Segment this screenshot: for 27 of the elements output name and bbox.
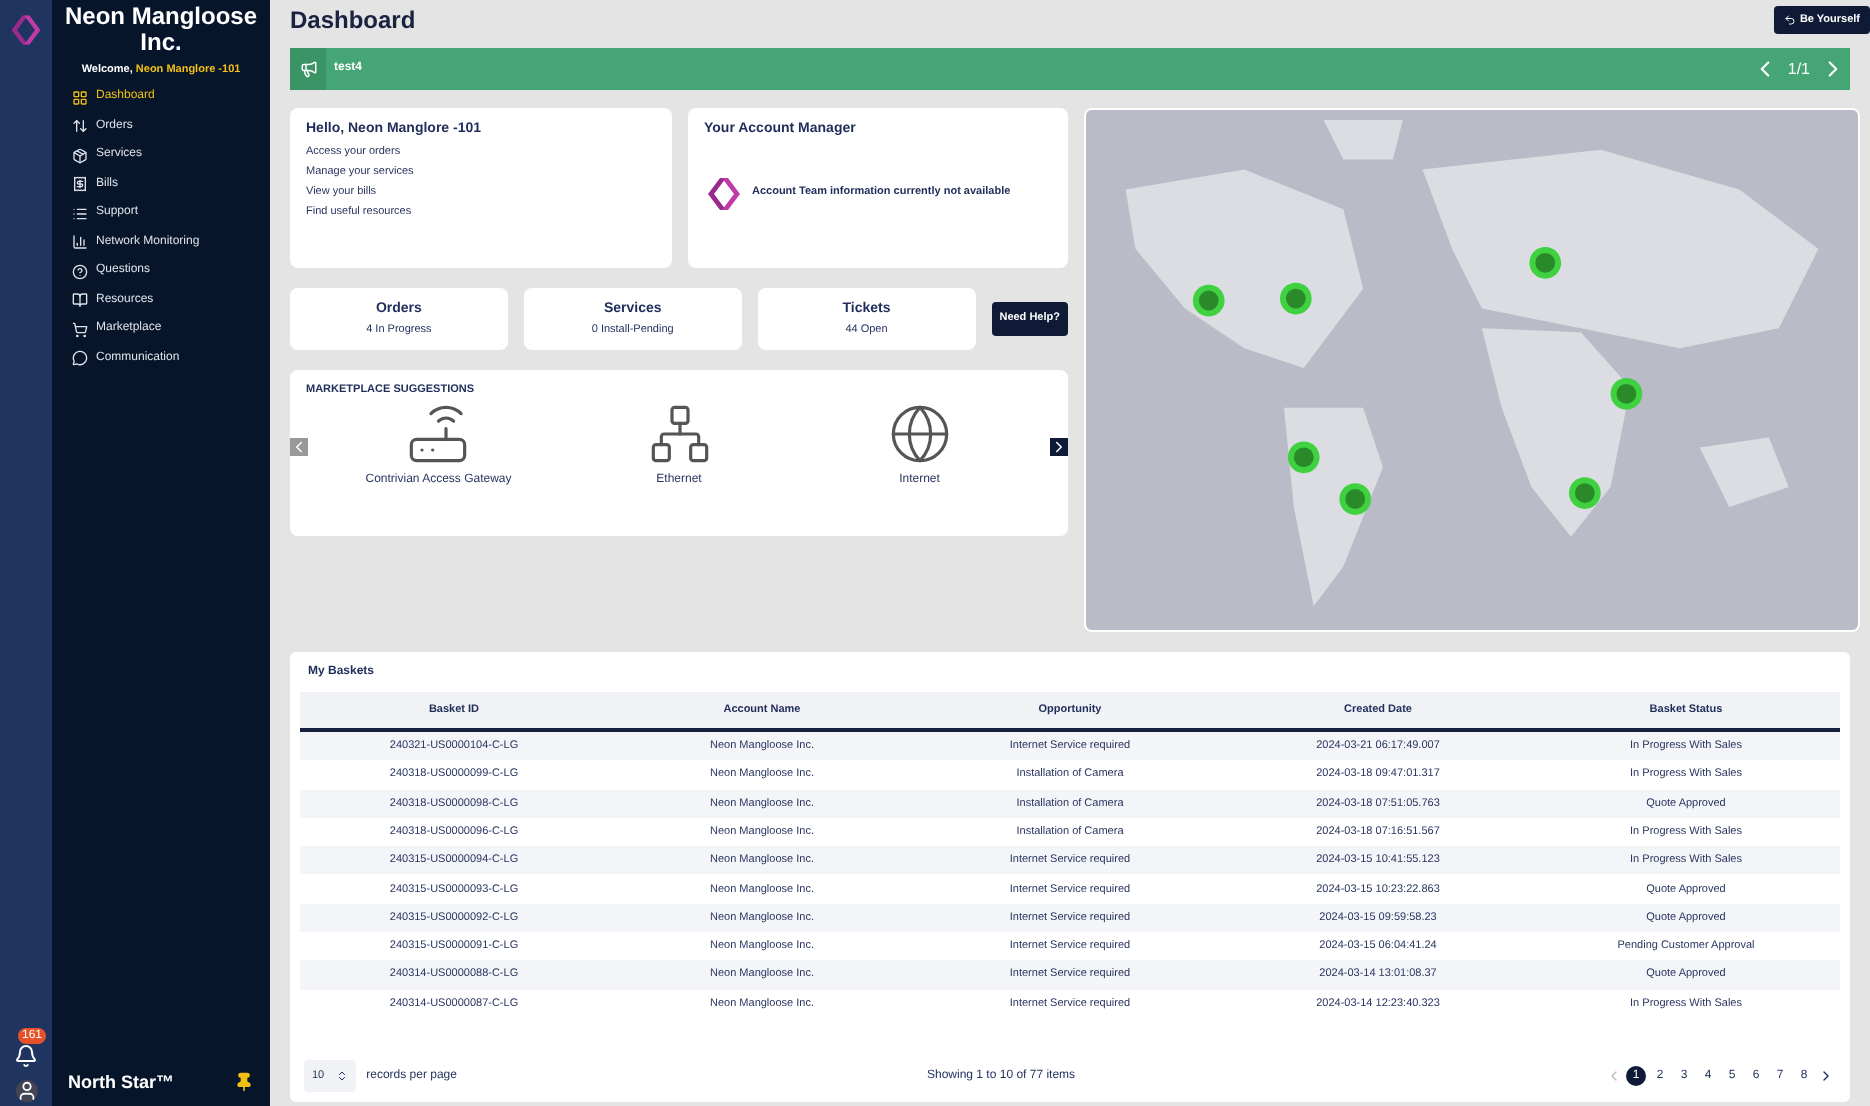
bar-chart-icon — [72, 234, 88, 250]
banner-pager: 1/1 — [1787, 57, 1810, 81]
chat-bubble-icon — [72, 350, 88, 366]
arrows-icon — [72, 118, 88, 134]
footer-text: North Star™ — [68, 1069, 175, 1095]
package-icon — [72, 147, 88, 163]
next-button[interactable] — [1050, 437, 1068, 456]
previous-button[interactable] — [290, 437, 308, 456]
next-page-icon[interactable] — [1818, 1068, 1834, 1084]
receipt-icon — [72, 176, 88, 192]
undo-icon — [1783, 14, 1796, 26]
pin-icon[interactable] — [234, 1072, 254, 1093]
network-icon[interactable] — [647, 402, 711, 467]
company-name: Neon Mangloose Inc. — [62, 0, 259, 56]
router-icon[interactable] — [406, 402, 471, 467]
book-icon — [72, 292, 88, 308]
globe-icon[interactable] — [887, 402, 952, 467]
logo-icon — [704, 173, 744, 213]
page-title: Dashboard — [290, 4, 416, 38]
megaphone-icon — [299, 60, 317, 78]
bell-icon[interactable] — [14, 1044, 38, 1068]
question-icon — [72, 263, 88, 279]
user-icon[interactable] — [15, 1080, 37, 1102]
grid-icon — [72, 89, 88, 105]
cart-icon — [72, 321, 88, 337]
logo-icon — [8, 12, 44, 48]
list-icon — [72, 205, 88, 221]
